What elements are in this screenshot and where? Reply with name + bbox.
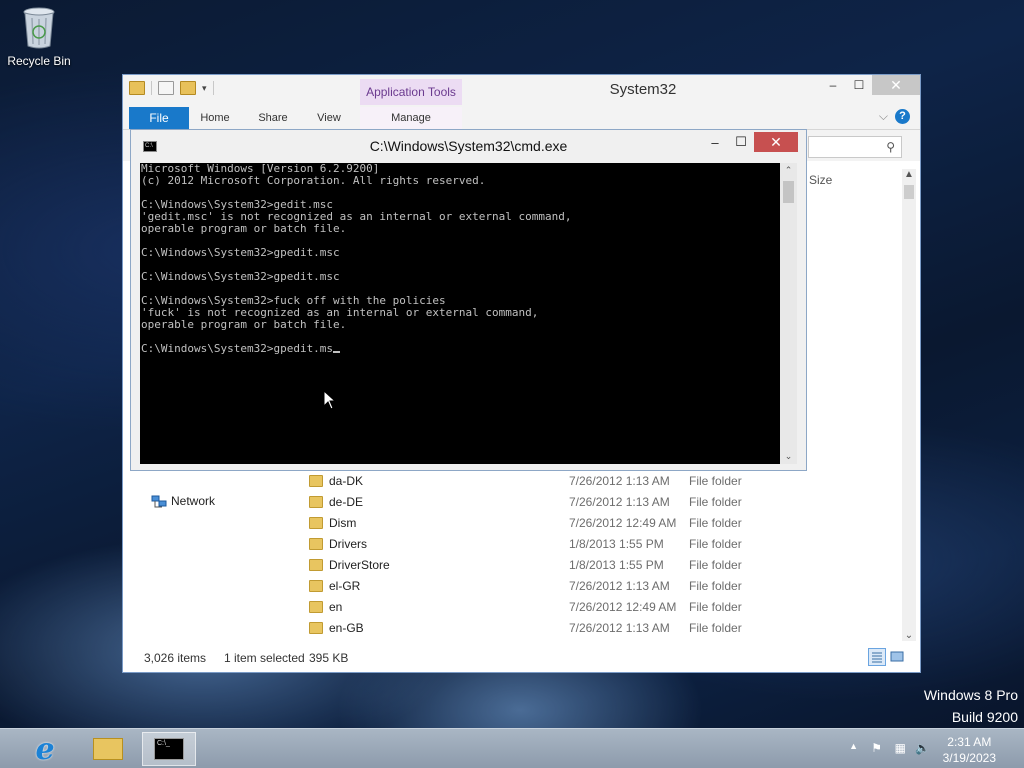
explorer-titlebar[interactable]: ▾ Application Tools System32 ‒ ☐ ✕ [123,75,920,105]
scroll-thumb[interactable] [904,185,914,199]
nav-item-network[interactable]: Network [151,494,215,508]
action-center-icon[interactable]: ⚑ [871,741,882,755]
cmd-window[interactable]: C:\ C:\Windows\System32\cmd.exe ‒ ☐ ✕ Mi… [130,129,807,471]
maximize-button[interactable]: ☐ [846,75,872,95]
customize-qat-icon[interactable]: ▾ [202,83,207,94]
properties-icon[interactable] [158,81,174,95]
text-cursor [333,351,341,353]
folder-icon [309,496,323,508]
mouse-pointer-icon [323,389,337,413]
taskbar-explorer-button[interactable] [81,732,135,766]
cmd-maximize-button[interactable]: ☐ [728,132,754,152]
details-view-icon [872,652,882,663]
cmd-titlebar[interactable]: C:\ C:\Windows\System32\cmd.exe ‒ ☐ ✕ [131,130,806,162]
windows-watermark: Windows 8 Pro Build 9200 [924,684,1018,728]
taskbar: e C:\_ ▲ ⚑ ▦ 🔈 2:31 AM 3/19/2023 [0,728,1024,768]
command-prompt-icon: C:\_ [154,738,184,760]
tab-manage[interactable]: Manage [360,107,462,129]
minimize-button[interactable]: ‒ [820,75,846,95]
cmd-app-icon[interactable]: C:\ [143,141,157,152]
file-row[interactable]: da-DK 7/26/2012 1:13 AM File folder [309,471,769,492]
show-hidden-icons-icon[interactable]: ▲ [849,741,858,751]
console-text: Microsoft Windows [Version 6.2.9200] (c)… [141,163,572,355]
application-tools-context-tab: Application Tools [360,79,462,105]
file-row[interactable]: Drivers 1/8/2013 1:55 PM File folder [309,534,769,555]
tab-file[interactable]: File [129,107,189,129]
status-bar: 3,026 items 1 item selected 395 KB [123,644,920,672]
cmd-close-button[interactable]: ✕ [754,132,798,152]
network-icon [151,495,167,508]
recycle-bin-label: Recycle Bin [7,54,71,68]
folder-icon [309,601,323,613]
details-view-button[interactable] [868,648,886,666]
network-status-icon[interactable]: ▦ [895,741,906,755]
folder-icon [309,475,323,487]
taskbar-cmd-button[interactable]: C:\_ [142,732,196,766]
tab-home[interactable]: Home [197,107,233,129]
file-row[interactable]: el-GR 7/26/2012 1:13 AM File folder [309,576,769,597]
status-size: 395 KB [309,651,349,665]
tab-view[interactable]: View [311,107,347,129]
scroll-up-icon[interactable]: ▲ [902,169,916,180]
watermark-build: Build 9200 [951,709,1018,725]
clock[interactable]: 2:31 AM 3/19/2023 [943,734,996,766]
cmd-minimize-button[interactable]: ‒ [702,132,728,152]
recycle-bin-icon [22,6,56,50]
clock-time: 2:31 AM [947,735,992,749]
large-icons-view-button[interactable] [888,648,906,666]
folder-icon [309,517,323,529]
new-folder-icon[interactable] [180,81,196,95]
scroll-down-icon[interactable]: ⌄ [780,451,797,462]
folder-icon [309,559,323,571]
large-icons-view-icon [890,651,904,662]
folder-icon [309,622,323,634]
internet-explorer-icon: e [35,731,55,767]
clock-date: 3/19/2023 [942,751,996,765]
tab-share[interactable]: Share [253,107,293,129]
watermark-edition: Windows 8 Pro [923,687,1018,703]
help-icon[interactable]: ? [895,109,910,124]
file-list: da-DK 7/26/2012 1:13 AM File folder de-DE 7… [309,471,769,639]
volume-muted-icon[interactable]: 🔈 [915,741,930,755]
taskbar-ie-button[interactable]: e [18,731,72,767]
file-row[interactable]: Dism 7/26/2012 12:49 AM File folder [309,513,769,534]
nav-network-label: Network [171,494,216,508]
ribbon-expand-icon[interactable]: ⌵ [879,109,888,124]
explorer-title: System32 [609,81,677,98]
file-row[interactable]: en 7/26/2012 12:49 AM File folder [309,597,769,618]
cmd-scrollbar[interactable]: ⌃ ⌄ [780,163,797,464]
search-icon: ⚲ [886,140,895,154]
file-row[interactable]: DriverStore 1/8/2013 1:55 PM File folder [309,555,769,576]
search-input[interactable]: ⚲ [808,136,902,158]
file-explorer-icon [93,738,123,760]
ribbon-tabs: File Home Share View Manage ⌵ ? [123,105,920,130]
column-header-size[interactable]: Size [809,173,832,187]
folder-icon [129,81,145,95]
recycle-bin[interactable]: Recycle Bin [4,6,74,68]
scroll-up-icon[interactable]: ⌃ [780,165,797,176]
folder-icon [309,538,323,550]
folder-icon [309,580,323,592]
status-item-count: 3,026 items [144,651,207,665]
cmd-title: C:\Windows\System32\cmd.exe [369,138,568,154]
file-row[interactable]: de-DE 7/26/2012 1:13 AM File folder [309,492,769,513]
file-list-scrollbar[interactable]: ▲ ⌄ [902,169,916,641]
file-row[interactable]: en-GB 7/26/2012 1:13 AM File folder [309,618,769,639]
status-selected: 1 item selected [224,651,305,665]
scroll-down-icon[interactable]: ⌄ [902,630,916,641]
quick-access-toolbar: ▾ [129,81,214,95]
close-button[interactable]: ✕ [872,75,920,95]
scroll-thumb[interactable] [783,181,794,203]
console-output[interactable]: Microsoft Windows [Version 6.2.9200] (c)… [140,163,781,464]
